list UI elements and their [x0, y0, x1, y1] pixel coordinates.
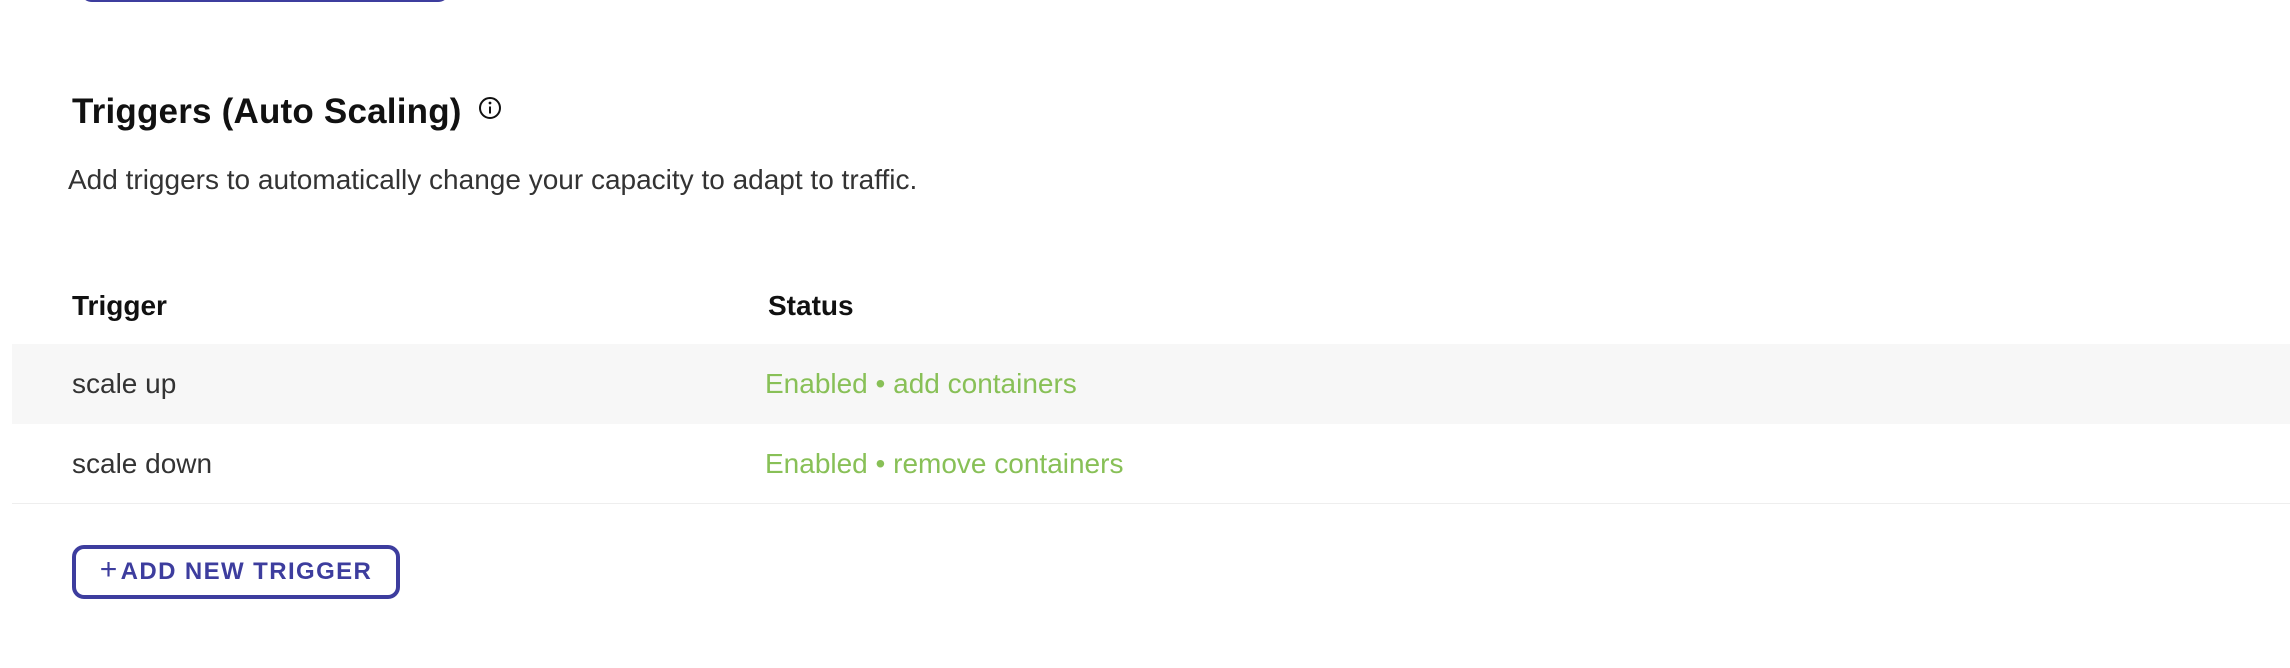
add-new-trigger-button[interactable]: + ADD NEW TRIGGER — [72, 545, 400, 599]
triggers-section: Triggers (Auto Scaling) Add triggers to … — [0, 0, 2290, 668]
section-description: Add triggers to automatically change you… — [68, 164, 918, 195]
section-title-row: Triggers (Auto Scaling) — [72, 88, 502, 136]
trigger-status: Enabled • remove containers — [765, 448, 1124, 479]
triggers-table: Trigger Status scale up Enabled • add co… — [12, 270, 2290, 504]
plus-icon: + — [99, 553, 119, 586]
info-icon[interactable] — [478, 96, 502, 120]
column-header-status: Status — [768, 290, 854, 321]
trigger-name: scale down — [72, 448, 213, 479]
trigger-name: scale up — [72, 368, 177, 399]
add-new-trigger-label: ADD NEW TRIGGER — [120, 558, 373, 585]
column-header-trigger: Trigger — [72, 290, 167, 321]
table-row[interactable]: scale up Enabled • add containers — [12, 344, 2290, 424]
section-title: Triggers (Auto Scaling) — [72, 92, 462, 131]
table-header: Trigger Status — [12, 270, 2290, 344]
table-row[interactable]: scale down Enabled • remove containers — [12, 424, 2290, 504]
trigger-status: Enabled • add containers — [765, 368, 1077, 399]
